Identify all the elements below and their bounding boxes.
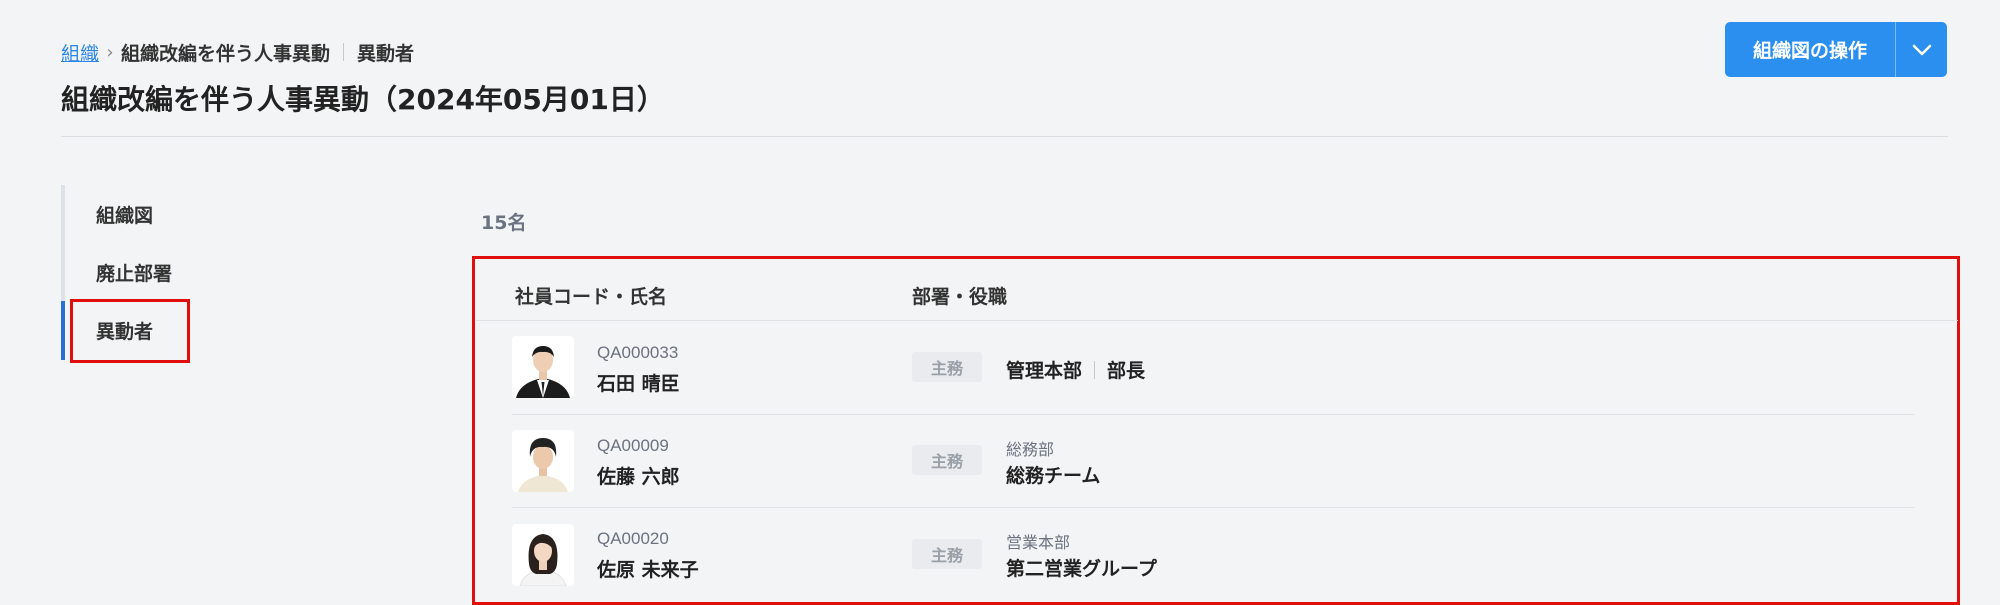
employee-count: 15名 [481,212,527,234]
employee-name[interactable]: 石田 晴臣 [597,369,680,396]
breadcrumb-current: 異動者 [357,42,415,65]
header-divider [61,136,1948,137]
assignment-tag: 主務 [912,539,982,569]
breadcrumb-middle: 組織改編を伴う人事異動 [121,42,331,65]
chevron-right-icon: › [106,41,114,63]
row-divider [512,414,1914,415]
avatar [512,524,574,586]
highlight-box-nav [70,299,190,363]
employee-code: QA00020 [597,529,669,548]
column-header-department: 部署・役職 [912,286,1008,308]
avatar [512,336,574,398]
page-title: 組織改編を伴う人事異動（2024年05月01日） [61,83,665,116]
department-role-separator [1094,361,1096,379]
parent-department: 総務部 [1006,440,1055,459]
department-name: 第二営業グループ [1006,558,1157,580]
breadcrumb-root-link[interactable]: 組織 [61,39,99,66]
parent-department: 営業本部 [1006,533,1071,552]
side-nav-active-indicator [61,301,65,360]
role-name: 部長 [1107,360,1146,382]
side-nav-item-abolished-departments[interactable]: 廃止部署 [96,259,172,286]
highlight-box-table [472,256,1960,605]
employee-code: QA000033 [597,343,679,362]
row-divider [512,507,1914,508]
table-header-divider [476,320,1958,321]
chevron-down-icon [1912,44,1931,55]
column-header-employee: 社員コード・氏名 [515,286,668,308]
avatar [512,430,574,492]
org-chart-actions-main[interactable]: 組織図の操作 [1725,22,1895,77]
assignment-tag: 主務 [912,352,982,382]
employee-code: QA00009 [597,436,669,455]
assignment-tag: 主務 [912,445,982,475]
department-name: 総務チーム [1006,465,1101,487]
department-name: 管理本部 [1006,360,1083,382]
side-nav-item-org-chart[interactable]: 組織図 [96,201,153,228]
org-chart-actions-button: 組織図の操作 [1725,22,1947,77]
department-role: 管理本部 部長 [1006,356,1145,383]
breadcrumb: 組織 › 組織改編を伴う人事異動 異動者 [61,39,414,65]
employee-name[interactable]: 佐藤 六郎 [597,462,680,489]
org-chart-actions-dropdown[interactable] [1896,22,1947,77]
breadcrumb-separator [343,43,345,61]
employee-name[interactable]: 佐原 未来子 [597,555,699,582]
